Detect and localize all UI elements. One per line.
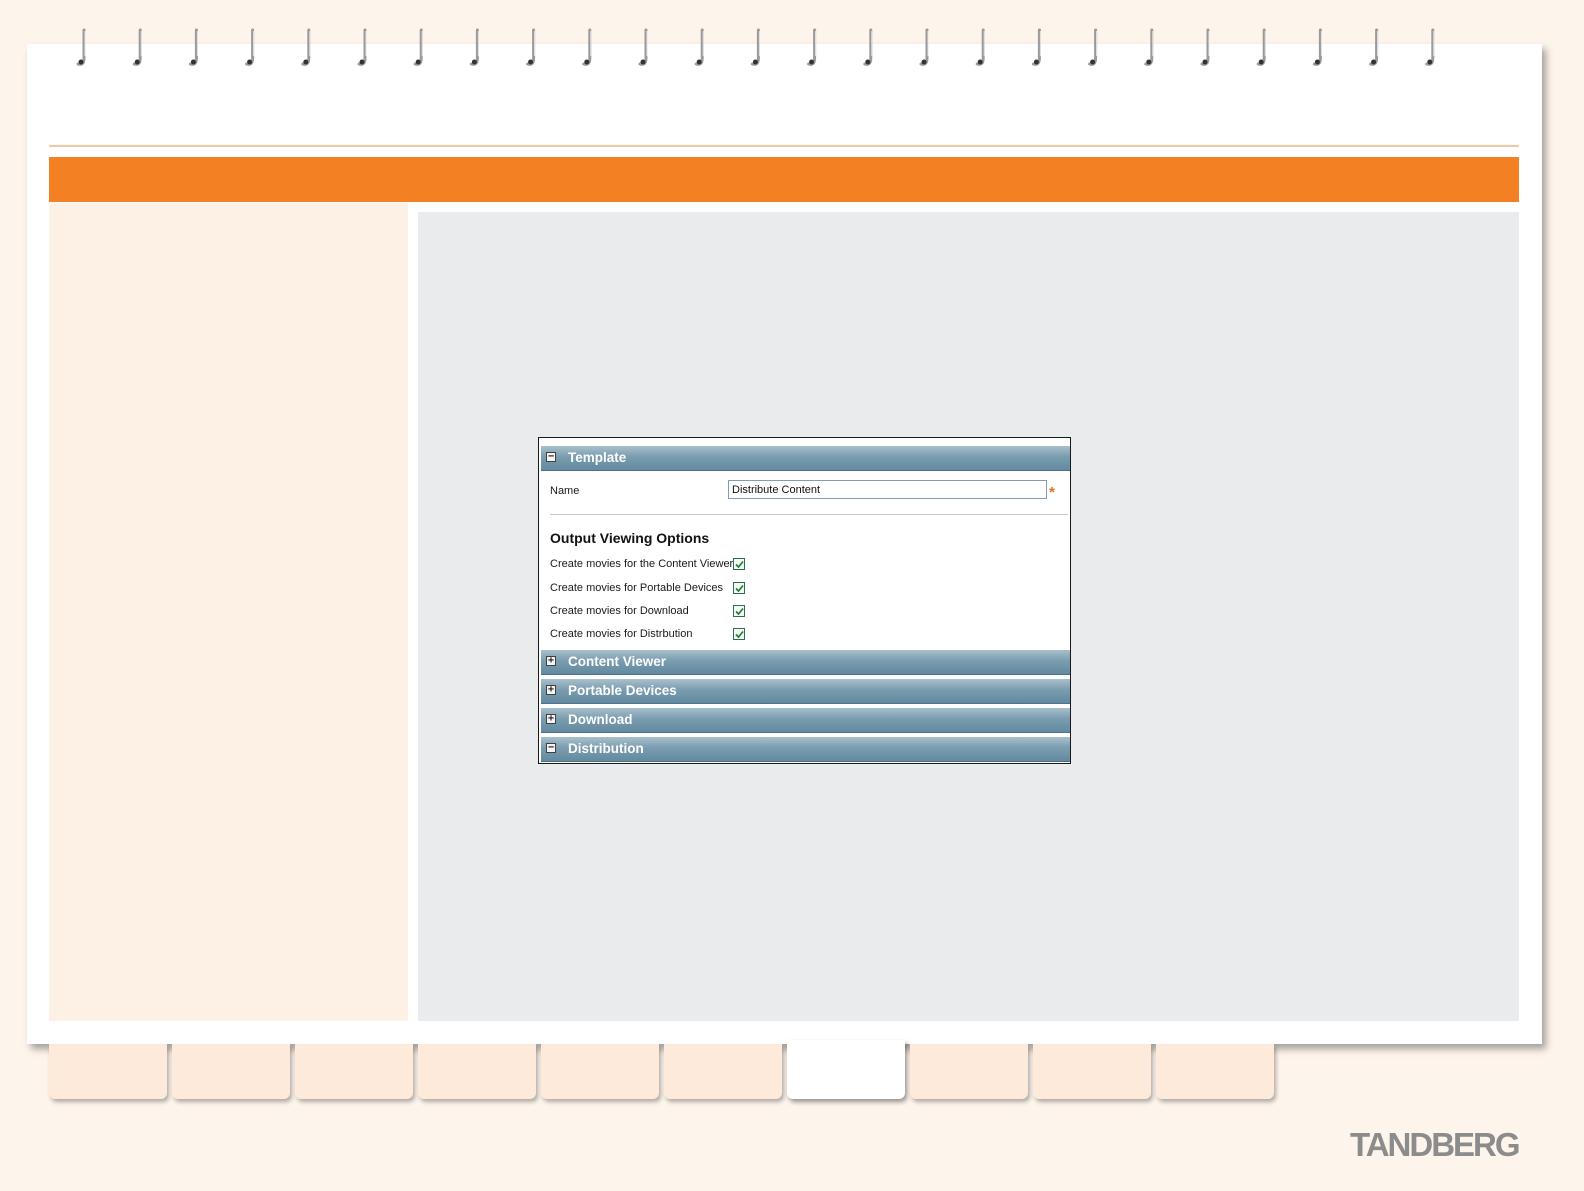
expand-icon[interactable]: + — [546, 714, 556, 724]
chapter-tab-7-active[interactable] — [787, 1040, 905, 1099]
collapse-icon[interactable]: − — [546, 452, 556, 462]
checkbox-portable-devices[interactable] — [733, 582, 745, 594]
option-label-download: Create movies for Download — [550, 605, 689, 617]
spiral-ring-icon — [1312, 28, 1322, 66]
spiral-ring-icon — [301, 28, 311, 66]
chapter-tab-3[interactable] — [295, 1044, 413, 1099]
checkmark-icon — [735, 560, 744, 569]
chapter-tab-9[interactable] — [1033, 1044, 1151, 1099]
spiral-ring-icon — [469, 28, 479, 66]
spiral-ring-icon — [76, 28, 86, 66]
spiral-ring-icon — [582, 28, 592, 66]
chapter-tab-4[interactable] — [418, 1044, 536, 1099]
spiral-ring-icon — [1031, 28, 1041, 66]
spiral-ring-icon — [188, 28, 198, 66]
spiral-ring-icon — [694, 28, 704, 66]
chapter-tab-2[interactable] — [172, 1044, 290, 1099]
spiral-ring-icon — [1200, 28, 1210, 66]
option-label-distribution: Create movies for Distrbution — [550, 628, 693, 640]
section-header-distribution[interactable]: − Distribution — [541, 737, 1070, 762]
section-header-template[interactable]: − Template — [541, 446, 1070, 471]
spiral-ring-icon — [1369, 28, 1379, 66]
section-title: Content Viewer — [568, 654, 667, 669]
expand-icon[interactable]: + — [546, 685, 556, 695]
required-asterisk-icon: * — [1049, 484, 1055, 501]
chapter-tab-6[interactable] — [664, 1044, 782, 1099]
spiral-ring-icon — [638, 28, 648, 66]
section-title: Download — [568, 712, 633, 727]
spiral-ring-icon — [1144, 28, 1154, 66]
chapter-tab-8[interactable] — [910, 1044, 1028, 1099]
spiral-ring-icon — [975, 28, 985, 66]
chapter-tab-1[interactable] — [49, 1044, 167, 1099]
brand-logo: TANDBERG — [1350, 1126, 1521, 1163]
template-form-screenshot: − Template Name * Output Viewing Options… — [538, 437, 1071, 764]
left-sidebar-panel — [49, 203, 408, 1021]
spiral-ring-icon — [413, 28, 423, 66]
spiral-ring-icon — [1088, 28, 1098, 66]
spiral-ring-icon — [132, 28, 142, 66]
spiral-ring-icon — [863, 28, 873, 66]
collapse-icon[interactable]: − — [546, 743, 556, 753]
title-bar — [49, 157, 1519, 202]
spiral-ring-icon — [750, 28, 760, 66]
spiral-ring-icon — [245, 28, 255, 66]
spiral-ring-icon — [526, 28, 536, 66]
output-viewing-options-heading: Output Viewing Options — [550, 530, 710, 546]
section-title: Portable Devices — [568, 683, 677, 698]
checkmark-icon — [735, 630, 744, 639]
checkbox-distribution[interactable] — [733, 628, 745, 640]
section-title: Template — [568, 450, 627, 465]
header-rule — [49, 145, 1519, 147]
spiral-ring-icon — [1256, 28, 1266, 66]
option-label-content-viewer: Create movies for the Content Viewer — [550, 558, 734, 570]
section-header-download[interactable]: + Download — [541, 708, 1070, 733]
option-label-portable-devices: Create movies for Portable Devices — [550, 582, 724, 594]
expand-icon[interactable]: + — [546, 656, 556, 666]
checkbox-download[interactable] — [733, 605, 745, 617]
spiral-ring-icon — [1425, 28, 1435, 66]
chapter-tab-5[interactable] — [541, 1044, 659, 1099]
name-input[interactable] — [728, 480, 1047, 499]
section-header-portable-devices[interactable]: + Portable Devices — [541, 679, 1070, 704]
spiral-ring-icon — [919, 28, 929, 66]
checkbox-content-viewer[interactable] — [733, 558, 745, 570]
section-header-content-viewer[interactable]: + Content Viewer — [541, 650, 1070, 675]
chapter-tab-10[interactable] — [1156, 1044, 1274, 1099]
section-title: Distribution — [568, 741, 644, 756]
checkmark-icon — [735, 584, 744, 593]
name-label: Name — [550, 485, 580, 497]
spiral-ring-icon — [807, 28, 817, 66]
checkmark-icon — [735, 607, 744, 616]
divider — [550, 514, 1068, 515]
spiral-ring-icon — [357, 28, 367, 66]
spiral-binding — [76, 28, 1435, 66]
